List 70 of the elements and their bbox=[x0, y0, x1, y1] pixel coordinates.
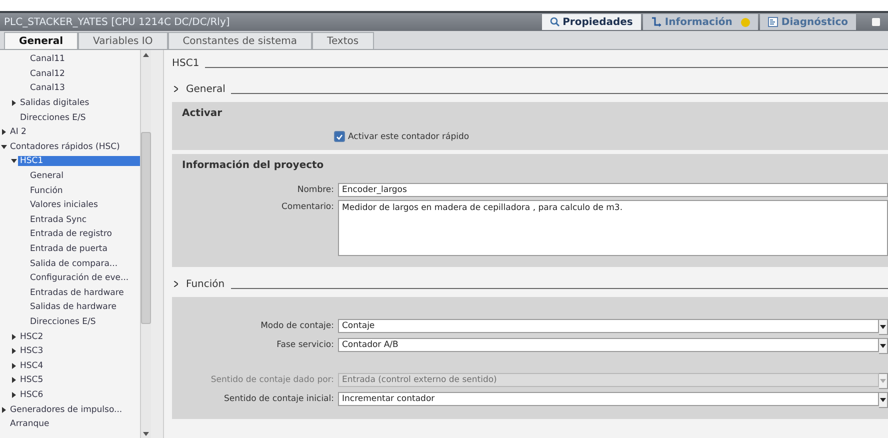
chevron-icon[interactable] bbox=[172, 281, 180, 287]
collapsed-icon[interactable] bbox=[0, 129, 8, 136]
tree-item[interactable]: HSC3 bbox=[18, 346, 46, 356]
dropdown-icon[interactable] bbox=[879, 338, 888, 354]
tree-item[interactable]: Entrada Sync bbox=[28, 214, 89, 225]
tree-item[interactable]: Salidas digitales bbox=[18, 98, 92, 108]
checkmark-icon bbox=[336, 134, 343, 140]
tree-item[interactable]: Contadores rápidos (HSC) bbox=[8, 142, 122, 152]
field-label: Comentario: bbox=[280, 201, 334, 212]
tree-item[interactable]: Salida de compara... bbox=[28, 258, 120, 269]
tree-item[interactable]: Direcciones E/S bbox=[28, 316, 98, 327]
field-label: Sentido de contaje dado por: bbox=[210, 374, 334, 385]
dropdown-field[interactable]: Incrementar contador bbox=[338, 392, 879, 406]
field-label: Nombre: bbox=[296, 184, 334, 195]
tree-item[interactable]: Canal11 bbox=[28, 54, 67, 64]
tree-item[interactable]: HSC2 bbox=[18, 332, 46, 342]
inspector-tab[interactable]: Propiedades bbox=[542, 14, 641, 30]
group-title: Información del proyecto bbox=[182, 160, 325, 171]
group-title: Activar bbox=[182, 108, 224, 119]
tree-item[interactable]: Canal13 bbox=[28, 83, 67, 94]
tab[interactable]: Variables IO bbox=[78, 32, 168, 49]
dropdown-icon[interactable] bbox=[879, 392, 888, 408]
tree-item[interactable]: General bbox=[28, 171, 66, 182]
tree-item[interactable]: Función bbox=[28, 186, 65, 196]
tree-item[interactable]: Generadores de impulso... bbox=[8, 404, 124, 415]
collapsed-icon[interactable] bbox=[10, 377, 18, 384]
magnifier-icon bbox=[550, 17, 560, 27]
tree-item[interactable]: Arranque bbox=[8, 419, 52, 430]
field-label: Modo de contaje: bbox=[260, 320, 334, 331]
tree-item[interactable]: Configuración de eve... bbox=[28, 273, 131, 284]
checkbox[interactable] bbox=[334, 131, 345, 142]
section-heading[interactable]: Función bbox=[186, 278, 225, 290]
tree-item[interactable]: HSC6 bbox=[18, 390, 46, 400]
dropdown-field[interactable]: Contador A/B bbox=[338, 338, 879, 352]
dropdown-field[interactable]: Contaje bbox=[338, 319, 879, 333]
tree-item[interactable]: Salidas de hardware bbox=[28, 302, 118, 312]
field-label: Sentido de contaje inicial: bbox=[222, 393, 334, 404]
section-title: HSC1 bbox=[172, 58, 200, 68]
tree-item[interactable]: HSC5 bbox=[18, 375, 46, 386]
tree-item[interactable]: Entradas de hardware bbox=[28, 288, 126, 298]
tab[interactable]: Constantes de sistema bbox=[168, 32, 312, 49]
collapsed-icon[interactable] bbox=[10, 362, 18, 369]
collapsed-icon[interactable] bbox=[10, 334, 18, 340]
dropdown-icon[interactable] bbox=[879, 319, 888, 335]
input-field[interactable]: Encoder_largos bbox=[338, 183, 888, 197]
collapsed-icon[interactable] bbox=[0, 406, 8, 413]
chevron-icon[interactable] bbox=[172, 86, 180, 92]
window-title: PLC_STACKER_YATES [CPU 1214C DC/DC/Rly] bbox=[3, 16, 231, 28]
diagnostic-icon bbox=[768, 17, 778, 27]
collapsed-icon[interactable] bbox=[10, 348, 18, 354]
tree-item[interactable]: Entrada de puerta bbox=[28, 244, 110, 254]
tree-item[interactable]: Valores iniciales bbox=[28, 200, 100, 210]
scrollbar-thumb[interactable] bbox=[141, 132, 151, 324]
tree-item[interactable]: HSC4 bbox=[18, 360, 46, 371]
scroll-down-icon[interactable] bbox=[141, 429, 151, 438]
tree-item[interactable]: HSC1 bbox=[18, 156, 140, 166]
arrow-icon bbox=[650, 17, 662, 27]
comment-field[interactable]: Medidor de largos en madera de cepilladora , para calculo de m3. bbox=[338, 200, 888, 256]
section-heading[interactable]: General bbox=[186, 84, 226, 94]
tree-item[interactable]: Direcciones E/S bbox=[18, 112, 88, 123]
field-label: Fase servicio: bbox=[276, 339, 334, 350]
checkbox-label: Activar este contador rápido bbox=[348, 132, 470, 142]
collapsed-icon[interactable] bbox=[10, 392, 18, 398]
tree-item[interactable]: Canal12 bbox=[28, 68, 67, 79]
collapsed-icon[interactable] bbox=[10, 100, 18, 106]
tab[interactable]: General bbox=[4, 32, 78, 49]
tree-item[interactable]: AI 2 bbox=[8, 127, 28, 138]
tree-item[interactable]: Entrada de registro bbox=[28, 229, 114, 240]
tab[interactable]: Textos bbox=[312, 32, 374, 49]
expanded-icon[interactable] bbox=[0, 144, 8, 149]
